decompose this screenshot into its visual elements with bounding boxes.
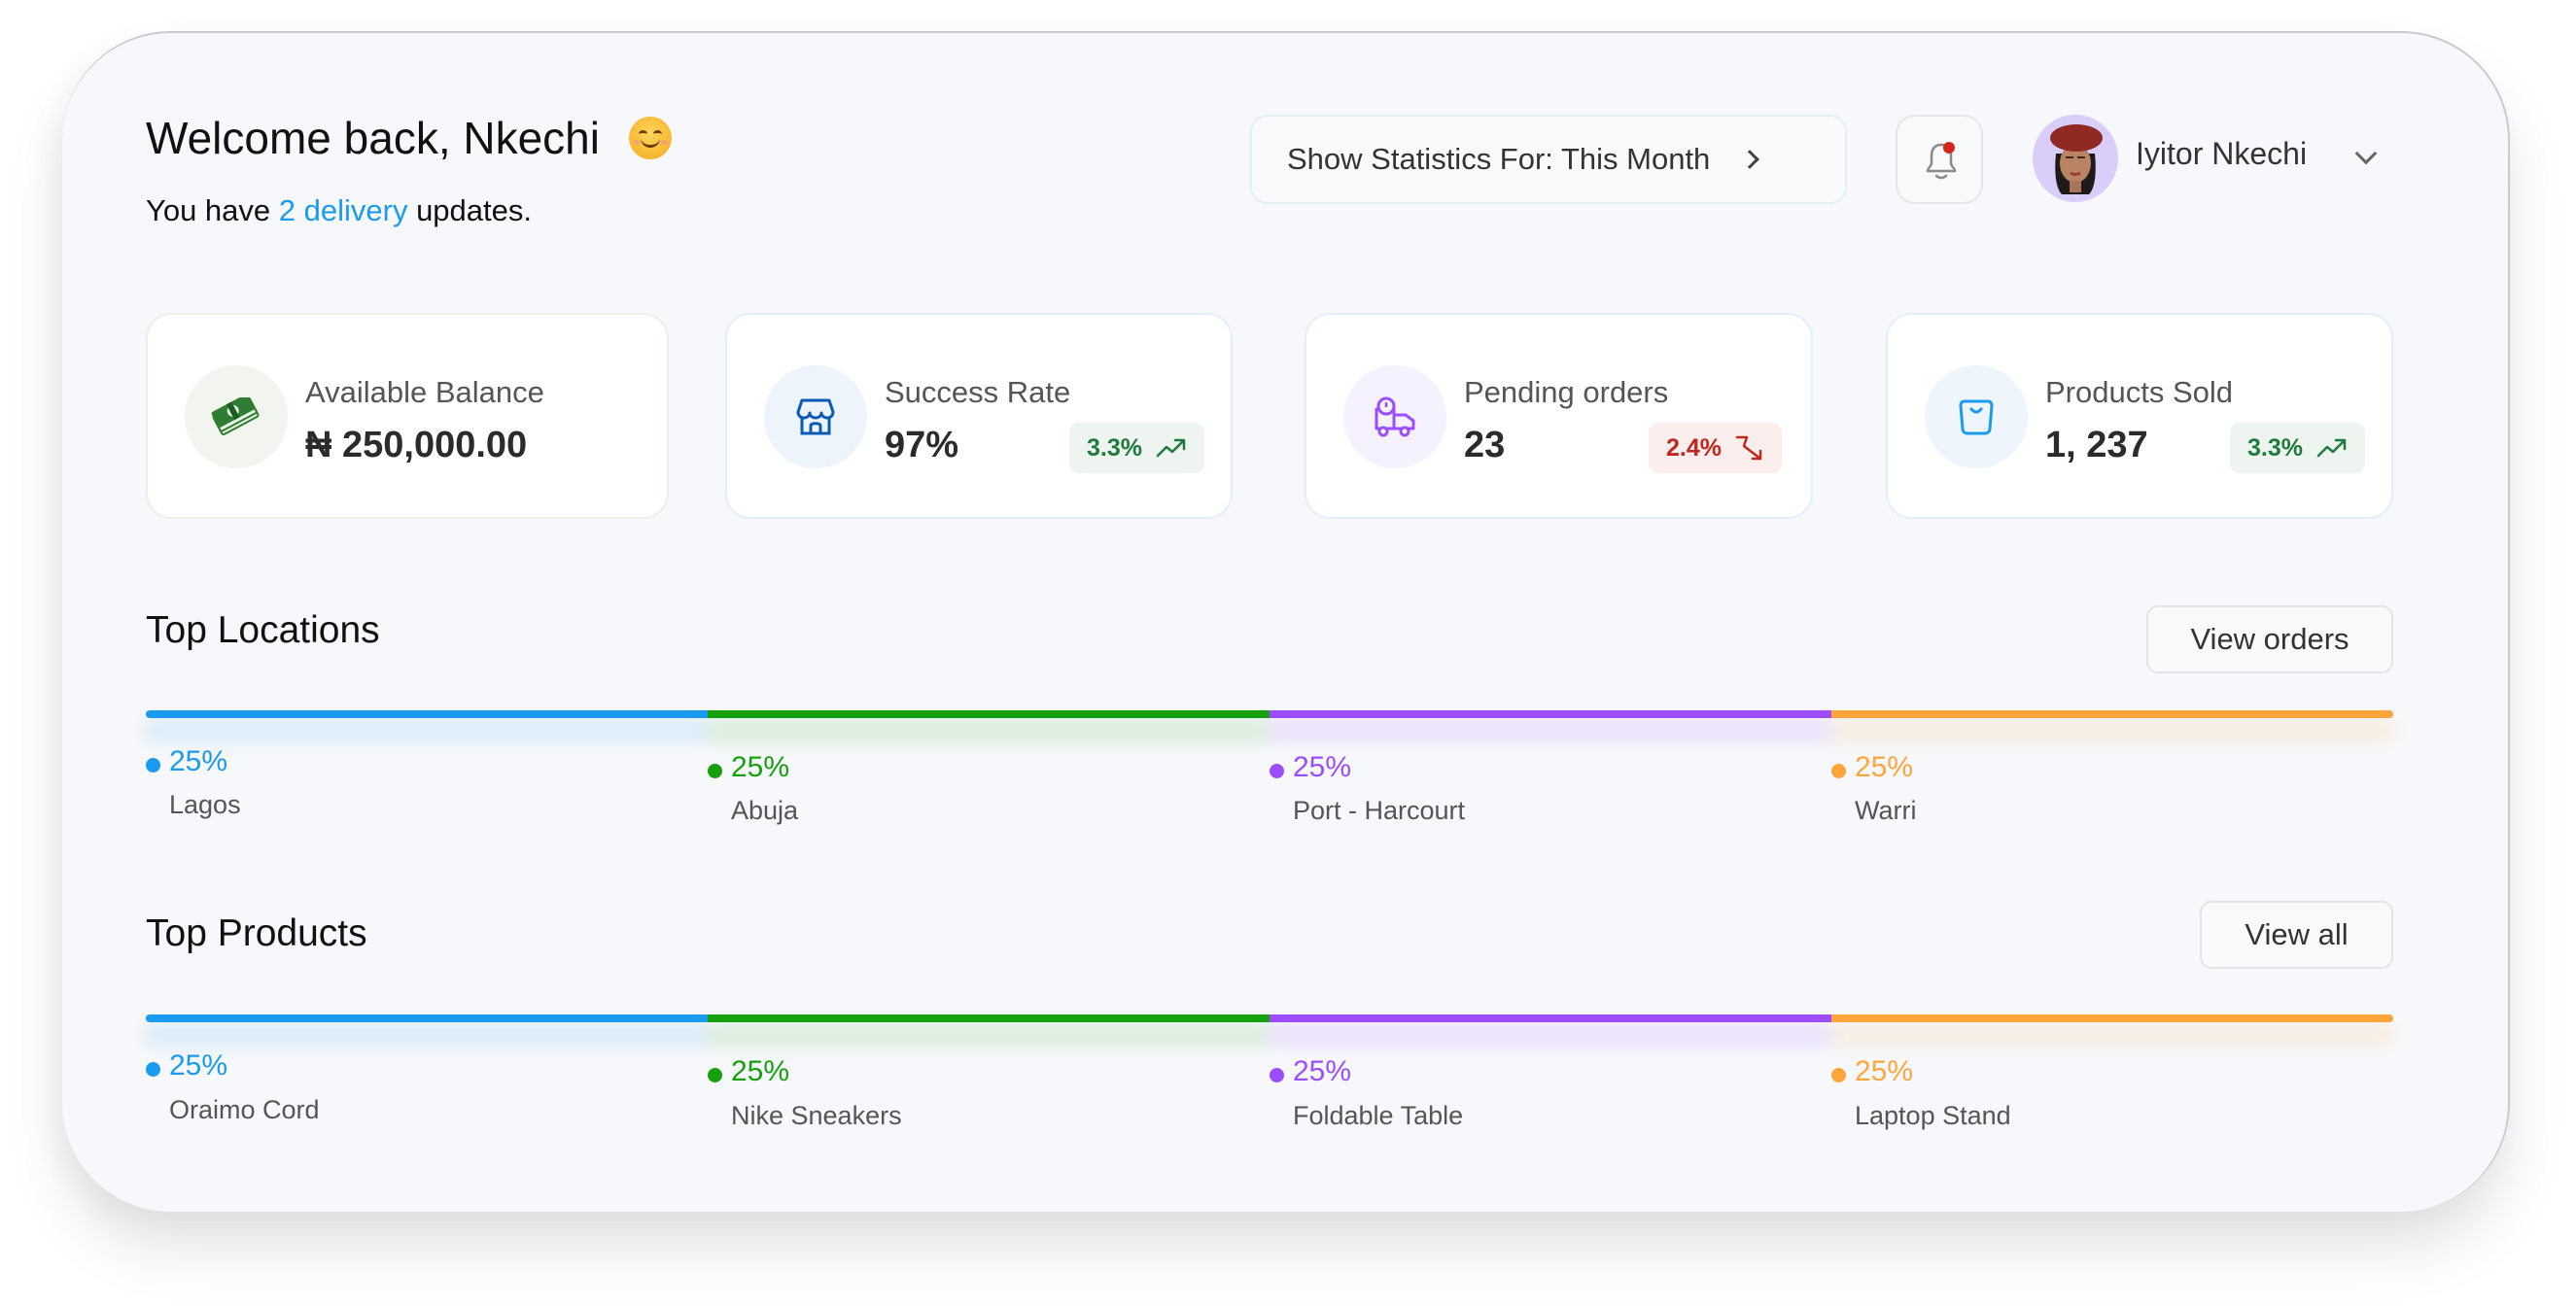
notifications-button[interactable] [1896,115,1983,204]
bar-segment-laptop-stand [1831,1014,2393,1022]
bar-segment-warri [1831,710,2393,718]
delivery-truck-icon-wrap [1343,365,1446,468]
statistics-period-label: Show Statistics For: This Month [1287,142,1711,176]
legend-dot [1270,764,1284,778]
legend-percent: 25% [731,1055,790,1087]
trend-value: 2.4% [1666,433,1722,462]
legend-dot [1831,764,1846,778]
trend-down-icon [1735,435,1762,461]
legend-name: Foldable Table [1293,1101,1464,1130]
legend-dot [146,758,160,773]
money-stack-icon-wrap [185,365,288,468]
trend-badge-up: 3.3% [1069,423,1204,473]
legend-percent: 25% [169,745,228,777]
welcome-text: Welcome back, Nkechi [146,113,600,163]
top-locations-title: Top Locations [146,609,380,651]
trend-badge-down: 2.4% [1649,423,1782,473]
legend-name: Warri [1855,796,1917,825]
avatar-memoji-icon [2050,124,2103,194]
card-label: Products Sold [2045,375,2233,409]
bar-segment-nike-sneakers [708,1014,1270,1022]
card-value: ₦ 250,000.00 [305,425,528,465]
subtitle-suffix: updates. [407,193,532,227]
legend-percent: 25% [169,1049,228,1082]
trend-up-icon [2316,438,2347,458]
money-stack-icon [211,397,260,435]
card-label: Success Rate [885,375,1071,409]
stat-card-success-rate: Success Rate 97% 3.3% [725,313,1233,519]
card-value: 23 [1464,425,1506,465]
legend-name: Nike Sneakers [731,1101,902,1130]
welcome-heading: Welcome back, Nkechi [146,112,672,164]
trend-value: 3.3% [1087,433,1142,462]
legend-dot [708,764,722,778]
card-label: Available Balance [305,375,544,409]
trend-value: 3.3% [2247,433,2303,462]
notification-dot [1943,142,1955,154]
legend-percent: 25% [1293,751,1352,783]
bar-segment-lagos [146,710,708,718]
legend-percent: 25% [1293,1055,1352,1087]
delivery-updates-text: You have 2 delivery updates. [146,193,532,228]
subtitle-prefix: You have [146,193,279,227]
smiling-face-icon [629,117,672,159]
legend-dot [1831,1068,1846,1083]
legend-percent: 25% [1855,1055,1914,1087]
legend-percent: 25% [731,751,790,783]
card-value: 97% [885,425,959,465]
bell-icon [1926,142,1957,180]
bar-segment-oraimo-cord [146,1014,708,1022]
shopping-bag-icon-wrap [1925,365,2028,468]
chevron-right-icon [1740,150,1760,169]
legend-name: Laptop Stand [1855,1101,2011,1130]
card-value: 1, 237 [2045,425,2148,465]
top-products-title: Top Products [146,912,367,954]
shopping-bag-icon [1959,399,1994,435]
statistics-period-button[interactable]: Show Statistics For: This Month [1250,115,1847,204]
stat-card-pending-orders: Pending orders 23 2.4% [1305,313,1813,519]
legend-dot [708,1068,722,1083]
storefront-icon [796,398,835,435]
view-orders-button[interactable]: View orders [2146,605,2393,673]
delivery-updates-link[interactable]: 2 delivery [279,193,408,227]
legend-name: Abuja [731,796,799,825]
locations-distribution-bar [146,710,2393,718]
trend-up-icon [1156,438,1186,458]
storefront-icon-wrap [764,365,867,468]
user-name[interactable]: Iyitor Nkechi [2136,136,2307,172]
legend-name: Oraimo Cord [169,1095,320,1124]
bar-segment-foldable-table [1270,1014,1831,1022]
bar-segment-abuja [708,710,1270,718]
legend-dot [1270,1068,1284,1083]
view-all-button[interactable]: View all [2200,901,2393,969]
stat-card-available-balance: Available Balance ₦ 250,000.00 [146,313,669,519]
trend-badge-up: 3.3% [2230,423,2365,473]
legend-name: Lagos [169,790,241,819]
legend-name: Port - Harcourt [1293,796,1466,825]
card-label: Pending orders [1464,375,1669,409]
delivery-truck-icon [1375,396,1415,437]
legend-dot [146,1062,160,1077]
legend-percent: 25% [1855,751,1914,783]
bar-segment-port-harcourt [1270,710,1831,718]
stat-card-products-sold: Products Sold 1, 237 3.3% [1886,313,2393,519]
products-distribution-bar [146,1014,2393,1022]
user-avatar[interactable] [2033,115,2118,202]
